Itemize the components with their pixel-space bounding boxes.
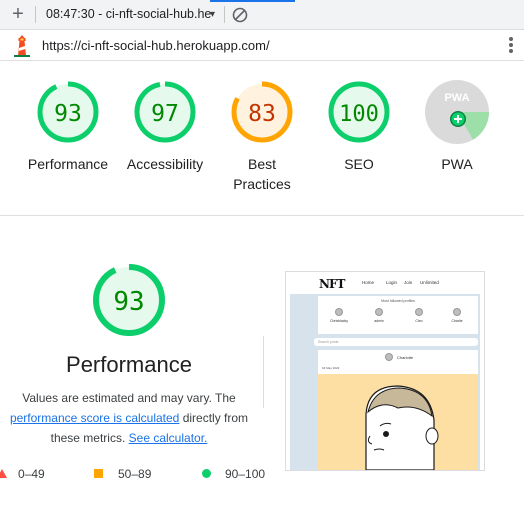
- avatar: [335, 308, 343, 316]
- pass-circle-icon: [202, 469, 211, 478]
- performance-score: 93: [113, 287, 144, 317]
- thumb-nav-link: Login: [386, 280, 398, 285]
- see-calculator-link[interactable]: See calculator.: [129, 431, 208, 445]
- description-text: Values are estimated and may vary. The: [22, 391, 236, 405]
- performance-title: Performance: [66, 352, 192, 377]
- chevron-down-icon[interactable]: ▾: [210, 9, 215, 20]
- thumb-profile-name: Chrisblacky: [329, 319, 349, 323]
- thumb-post-date: 04 May 2023: [322, 366, 340, 370]
- score-value: 83: [248, 101, 276, 127]
- thumb-body: Most followed profiles Chrisblacky admin…: [290, 294, 480, 470]
- active-tab-indicator: [210, 0, 295, 2]
- gauge-pwa[interactable]: PWA PWA: [407, 80, 507, 174]
- thumb-nav-link: Join: [404, 280, 413, 285]
- avatar: [375, 308, 383, 316]
- thumb-nav-link: Unlimited: [420, 280, 439, 285]
- thumb-post-author: Charlotte: [397, 355, 414, 360]
- pwa-badge-text: PWA: [444, 92, 469, 104]
- page-url[interactable]: https://ci-nft-social-hub.herokuapp.com/: [42, 38, 270, 53]
- final-screenshot[interactable]: NFT Home Login Join Unlimited Most follo…: [285, 271, 485, 471]
- cartoon-face-illustration: [318, 374, 478, 470]
- legend-average-range: 50–89: [118, 467, 152, 481]
- thumb-nav-link: Home: [362, 280, 375, 285]
- score-scale-legend: 0–49 50–89 90–100: [0, 466, 300, 482]
- thumb-card-title: Most followed profiles: [381, 299, 415, 303]
- score-gauge: 83: [231, 81, 293, 143]
- pwa-badge-icon: PWA: [425, 80, 489, 144]
- thumb-post-image: [318, 374, 478, 470]
- gauge-best-practices[interactable]: 83 Best Practices: [212, 80, 312, 194]
- gauge-label: Best Practices: [233, 156, 291, 192]
- gauge-label: Performance: [27, 156, 109, 172]
- gauge-label: PWA: [441, 156, 473, 172]
- performance-summary: 93 Performance Values are estimated and …: [0, 262, 258, 448]
- avatar: [453, 308, 461, 316]
- avatar: [385, 353, 393, 361]
- gauge-performance[interactable]: 93 Performance: [18, 80, 118, 174]
- legend-fail-range: 0–49: [18, 467, 45, 481]
- thumb-logo: NFT: [319, 277, 345, 291]
- thumb-profile: Cleo: [404, 308, 434, 323]
- thumb-profile-name: admin: [374, 319, 384, 323]
- kebab-menu-icon[interactable]: [508, 37, 514, 55]
- thumb-profile: Charlie: [442, 308, 472, 323]
- average-square-icon: [94, 469, 103, 478]
- gauge-accessibility[interactable]: 97 Accessibility: [115, 80, 215, 174]
- score-gauge: 97: [134, 81, 196, 143]
- toolbar-divider: [224, 6, 225, 23]
- avatar: [415, 308, 423, 316]
- performance-gauge: 93: [93, 264, 165, 336]
- category-summary: 93 Performance 97 Accessibility 83 Best …: [0, 62, 524, 216]
- legend-pass-range: 90–100: [225, 467, 266, 481]
- score-value: 93: [54, 101, 82, 127]
- gauge-seo[interactable]: 100 SEO: [309, 80, 409, 174]
- thumb-profile: admin: [364, 308, 394, 323]
- thumb-search-bar: Search posts: [314, 338, 478, 346]
- thumb-profile-name: Charlie: [451, 319, 463, 323]
- lighthouse-icon: [14, 35, 30, 57]
- fail-triangle-icon: [0, 469, 7, 478]
- thumb-profile: Chrisblacky: [324, 308, 354, 323]
- thumb-navbar: NFT Home Login Join Unlimited: [286, 272, 484, 294]
- section-divider: [263, 336, 264, 408]
- thumb-profiles-card: Most followed profiles Chrisblacky admin…: [318, 296, 478, 334]
- score-value: 100: [339, 102, 379, 127]
- block-icon[interactable]: [231, 6, 249, 24]
- thumb-profile-name: Cleo: [415, 319, 423, 323]
- score-gauge: 100: [328, 81, 390, 143]
- performance-description: Values are estimated and may vary. The p…: [0, 388, 258, 448]
- url-bar: https://ci-nft-social-hub.herokuapp.com/: [0, 31, 524, 61]
- gauge-label: SEO: [344, 156, 374, 172]
- new-report-button[interactable]: +: [9, 4, 27, 24]
- thumb-post-card: Charlotte 04 May 2023: [318, 350, 478, 470]
- score-gauge: 93: [37, 81, 99, 143]
- toolbar-divider: [35, 6, 36, 23]
- gauge-label: Accessibility: [126, 156, 204, 172]
- score-value: 97: [151, 101, 179, 127]
- score-calculated-link[interactable]: performance score is calculated: [10, 411, 179, 425]
- devtools-toolbar: + 08:47:30 - ci-nft-social-hub.he ▾: [0, 0, 524, 30]
- report-selector[interactable]: 08:47:30 - ci-nft-social-hub.he: [46, 7, 211, 21]
